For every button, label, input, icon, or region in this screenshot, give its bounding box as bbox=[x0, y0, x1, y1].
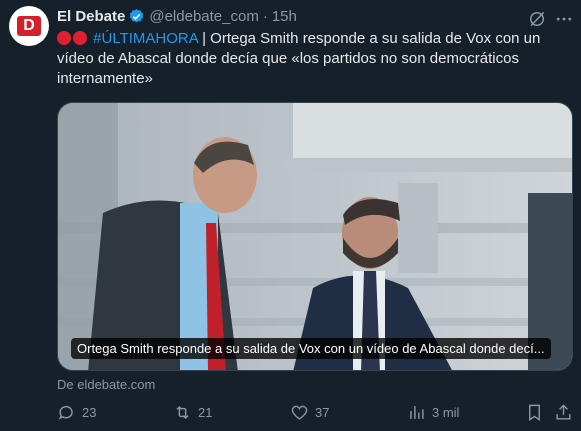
account-name[interactable]: El Debate bbox=[57, 8, 125, 25]
repost-icon bbox=[176, 405, 189, 420]
verified-badge-icon[interactable] bbox=[128, 8, 145, 25]
repost-count: 21 bbox=[198, 405, 213, 420]
repost-button[interactable]: 21 bbox=[173, 403, 212, 422]
media-caption: Ortega Smith responde a su salida de Vox… bbox=[71, 338, 551, 359]
link-card-image[interactable]: Ortega Smith responde a su salida de Vox… bbox=[57, 102, 573, 371]
el-debate-logo: D bbox=[17, 16, 41, 36]
hashtag-link[interactable]: #ÚLTIMAHORA bbox=[93, 30, 198, 47]
separator-dot: · bbox=[262, 7, 268, 25]
news-photo bbox=[58, 103, 572, 370]
reply-icon bbox=[58, 405, 73, 420]
timestamp[interactable]: 15h bbox=[272, 8, 297, 25]
reply-count: 23 bbox=[82, 405, 97, 420]
tweet[interactable]: D El Debate @eldebate_com · 15h #ÚLTIMAH… bbox=[0, 0, 581, 431]
avatar[interactable]: D bbox=[9, 6, 49, 46]
red-circle-icon bbox=[73, 31, 87, 45]
like-button[interactable]: 37 bbox=[290, 403, 329, 422]
tweet-header: El Debate @eldebate_com · 15h bbox=[57, 6, 297, 26]
account-handle[interactable]: @eldebate_com bbox=[149, 8, 258, 25]
heart-icon bbox=[291, 405, 308, 420]
more-options-icon[interactable] bbox=[554, 9, 574, 29]
views-button[interactable]: 3 mil bbox=[407, 403, 459, 422]
views-chart-icon bbox=[410, 406, 424, 419]
share-button[interactable] bbox=[554, 403, 579, 422]
bookmark-icon bbox=[529, 404, 540, 421]
tweet-text: #ÚLTIMAHORA | Ortega Smith responde a su… bbox=[57, 29, 572, 89]
link-source[interactable]: De eldebate.com bbox=[57, 377, 155, 392]
bookmark-button[interactable] bbox=[525, 403, 550, 422]
share-icon bbox=[556, 404, 571, 420]
red-circle-icon bbox=[57, 31, 71, 45]
grok-icon[interactable] bbox=[527, 9, 547, 29]
tweet-actions: 23 21 37 3 mil bbox=[57, 403, 573, 427]
view-count: 3 mil bbox=[432, 405, 460, 420]
reply-button[interactable]: 23 bbox=[57, 403, 96, 422]
like-count: 37 bbox=[315, 405, 330, 420]
